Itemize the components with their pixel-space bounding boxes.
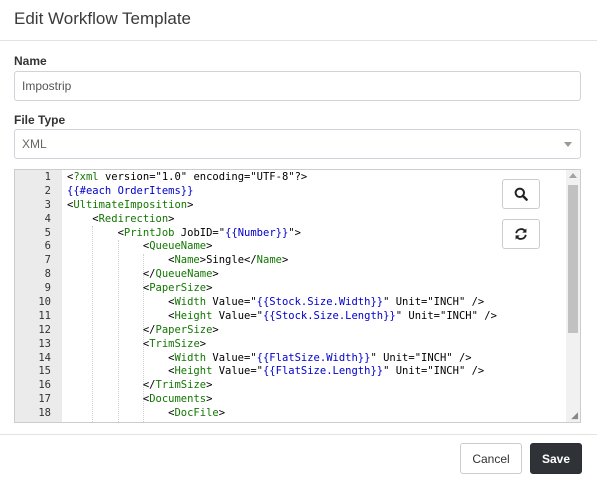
name-label: Name [14,54,47,68]
code-line[interactable]: <Documents> [67,393,497,407]
code-line[interactable]: <PrintJob JobID="{{Number}}"> [67,227,497,241]
editor-scrollbar[interactable]: ◢ [566,170,580,422]
line-number: 4 [44,212,51,225]
line-number: 1 [44,171,51,183]
file-type-select[interactable]: XML [14,129,581,159]
file-type-label: File Type [14,113,66,127]
line-number: 18 [38,407,51,420]
line-numbers: 1 2 3 4 5 6 7 8 9 10 11 12 13 14 15 16 17 18 [15,171,51,421]
code-line[interactable]: <Name>Single</Name> [67,254,497,268]
code-content[interactable]: <?xml version="1.0" encoding="UTF-8"?>{{… [67,171,497,421]
resize-grip-icon[interactable]: ◢ [571,411,578,420]
refresh-button[interactable] [502,219,540,249]
line-number: 15 [38,365,51,378]
line-number: 13 [38,337,51,350]
code-line[interactable]: {{#each OrderItems}} [67,185,497,199]
code-line[interactable]: <Height Value="{{Stock.Size.Length}}" Un… [67,310,497,324]
scroll-up-arrow-icon[interactable] [569,173,577,178]
line-number: 2 [44,184,51,197]
line-number: 16 [38,379,51,392]
code-line[interactable]: <?xml version="1.0" encoding="UTF-8"?> [67,171,497,185]
line-number: 8 [44,268,51,281]
footer-divider [0,434,597,435]
line-number: 10 [38,296,51,309]
code-line[interactable]: </TrimSize> [67,379,497,393]
code-line[interactable]: <Width Value="{{FlatSize.Width}}" Unit="… [67,352,497,366]
code-line[interactable]: <Redirection> [67,213,497,227]
cancel-button[interactable]: Cancel [460,443,522,474]
line-number: 14 [38,351,51,364]
line-number: 6 [44,240,51,253]
line-number: 7 [44,254,51,267]
name-input[interactable]: Impostrip [14,71,581,101]
dialog-title: Edit Workflow Template [14,9,191,28]
code-line[interactable]: <TrimSize> [67,338,497,352]
code-editor[interactable]: 1 2 3 4 5 6 7 8 9 10 11 12 13 14 15 16 17 18 <?xml versio… [14,169,581,423]
refresh-icon [515,228,527,240]
code-line[interactable]: <DocFile> [67,407,497,421]
code-line[interactable]: <Height Value="{{FlatSize.Length}}" Unit… [67,365,497,379]
code-line[interactable]: <Width Value="{{Stock.Size.Width}}" Unit… [67,296,497,310]
scrollbar-thumb[interactable] [568,185,578,333]
code-line[interactable]: <UltimateImposition> [67,199,497,213]
line-number: 11 [38,309,51,322]
line-number: 17 [38,393,51,406]
code-line[interactable]: <QueueName> [67,240,497,254]
search-icon [514,187,528,201]
line-number: 5 [44,226,51,239]
save-button[interactable]: Save [530,443,582,474]
file-type-value: XML [22,137,47,151]
search-button[interactable] [502,179,540,209]
title-divider [0,40,597,41]
code-line[interactable]: </QueueName> [67,268,497,282]
code-line[interactable]: </PaperSize> [67,324,497,338]
chevron-down-icon [564,142,572,147]
line-number: 3 [44,198,51,211]
line-number: 12 [38,323,51,336]
line-number: 9 [44,282,51,295]
code-line[interactable]: <PaperSize> [67,282,497,296]
